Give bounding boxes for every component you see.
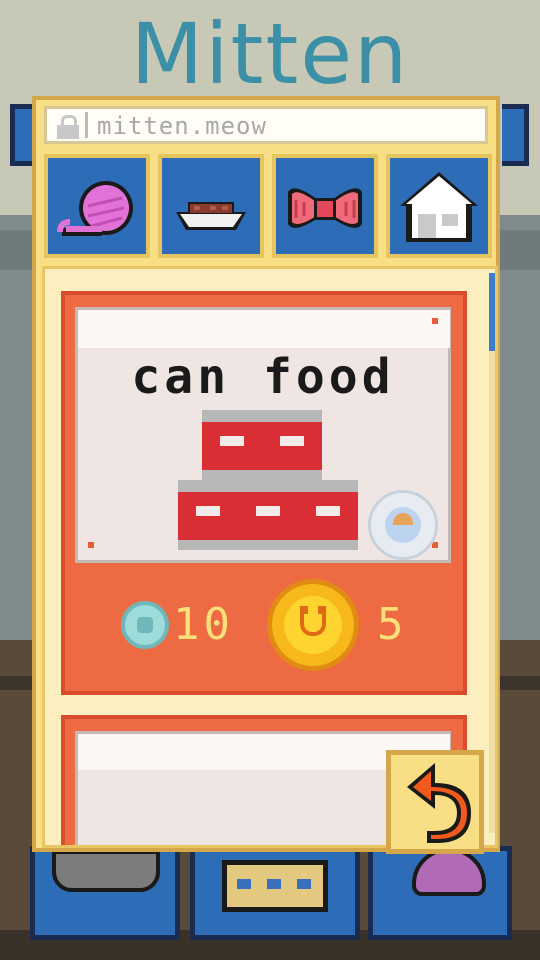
url-divider [85,112,88,138]
shop-panel: mitten.meow can food 10 5 [32,96,500,854]
bottom-left-item-icon [52,850,160,892]
muffin-plate-icon [368,490,438,560]
app-title: Mitten [130,5,410,103]
url-text: mitten.meow [97,112,267,140]
paw-coin-icon [284,596,342,654]
paper-shine [78,310,450,348]
bow-icon [288,188,362,228]
house-icon [400,172,478,242]
tv-icon [222,860,328,912]
corner-dot [432,318,438,324]
coin-buy-button[interactable] [267,579,359,671]
back-button[interactable] [386,750,484,854]
yarn-ball-icon [57,181,133,236]
cost-row: 10 5 [65,577,463,671]
item-card-can-food[interactable]: can food 10 5 [61,291,467,695]
tab-accessories[interactable] [272,154,378,258]
background-right-button [502,104,529,166]
category-tabs [44,154,492,264]
url-bar[interactable]: mitten.meow [44,106,488,144]
coin-cost: 5 [377,599,408,650]
lock-icon [57,115,79,139]
gem-icon [121,601,169,649]
tab-food[interactable] [158,154,264,258]
undo-arrow-icon [407,763,471,843]
gem-cost: 10 [173,599,234,650]
item-name: can food [131,349,395,405]
item-card-paper: can food [75,307,451,563]
scrollbar[interactable] [489,273,495,833]
tab-yarn[interactable] [44,154,150,258]
food-bowl-icon [176,202,246,230]
scrollbar-thumb[interactable] [489,273,495,351]
tab-home[interactable] [386,154,492,258]
